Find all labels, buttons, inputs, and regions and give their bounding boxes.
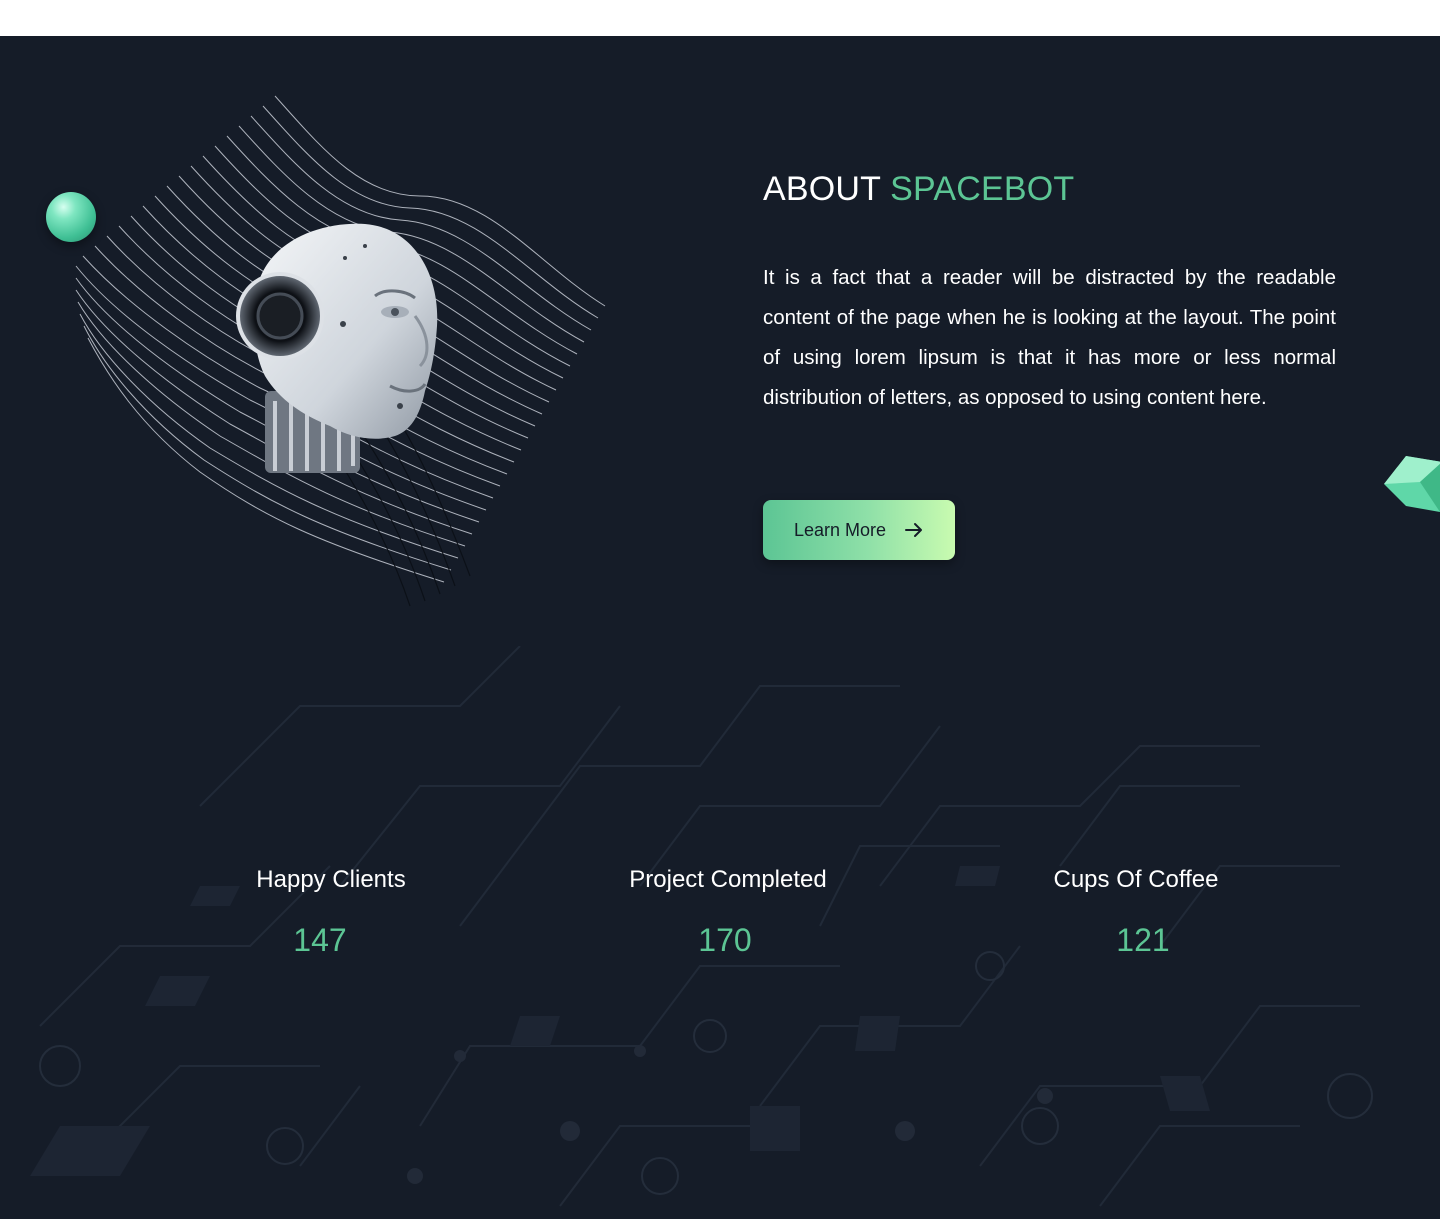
- stat-cups-of-coffee: Cups Of Coffee 121: [1036, 866, 1236, 959]
- stat-label: Cups Of Coffee: [1053, 866, 1219, 893]
- about-description: It is a fact that a reader will be distr…: [763, 266, 1336, 409]
- learn-more-button[interactable]: Learn More: [763, 500, 955, 560]
- learn-more-label: Learn More: [793, 519, 887, 540]
- robot-head-image: [236, 223, 438, 473]
- top-white-strip: [0, 0, 1440, 36]
- green-sphere-decoration: [46, 192, 96, 242]
- title-prefix: ABOUT: [763, 170, 881, 208]
- stat-label: Happy Clients: [256, 866, 406, 893]
- stat-value: 170: [698, 922, 752, 958]
- about-section: ABOUT SPACEBOT It is a fact that a reade…: [0, 36, 1440, 1219]
- stat-value: 121: [1116, 922, 1170, 958]
- stat-project-completed: Project Completed 170: [608, 866, 848, 959]
- green-gem-decoration: [1384, 456, 1440, 512]
- title-accent: SPACEBOT: [890, 170, 1075, 208]
- stat-label: Project Completed: [629, 866, 827, 893]
- stat-happy-clients: Happy Clients 147: [236, 866, 426, 959]
- arrow-right-icon: [905, 523, 923, 537]
- stat-value: 147: [293, 922, 347, 958]
- section-title: ABOUT SPACEBOT: [763, 170, 1074, 209]
